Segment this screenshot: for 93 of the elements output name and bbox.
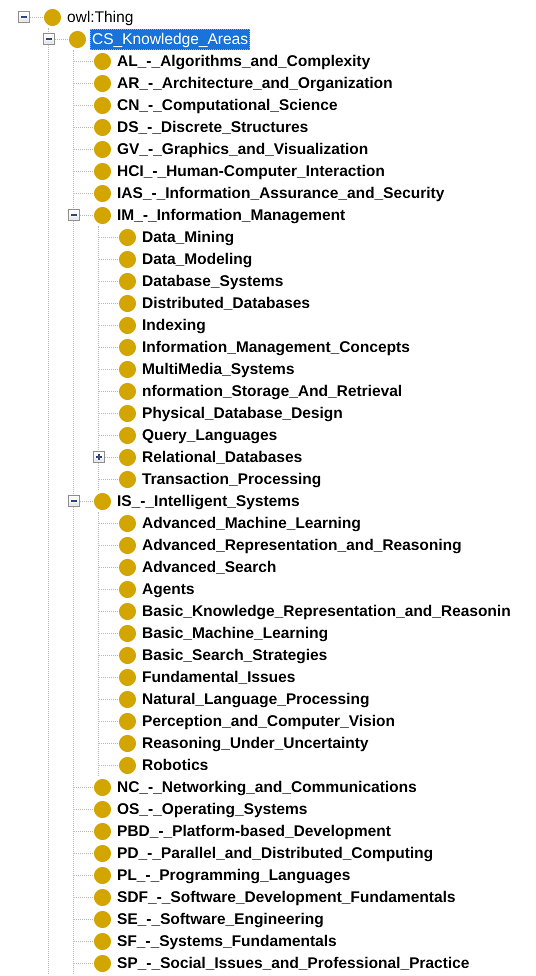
class-icon [119, 514, 136, 532]
tree-item[interactable]: SP_-_Social_Issues_and_Professional_Practice [115, 952, 472, 974]
class-icon [119, 272, 136, 290]
class-icon [94, 118, 111, 136]
class-icon [119, 624, 136, 642]
tree-item[interactable]: owl:Thing [65, 6, 136, 28]
tree-item[interactable]: Natural_Language_Processing [140, 688, 372, 710]
class-icon [119, 382, 136, 400]
tree-item[interactable]: IAS_-_Information_Assurance_and_Security [115, 182, 446, 204]
tree-item[interactable]: Robotics [140, 754, 210, 776]
class-icon [119, 734, 136, 752]
tree-item[interactable]: Data_Modeling [140, 248, 254, 270]
tree-item[interactable]: IM_-_Information_Management [115, 204, 348, 226]
class-icon [94, 140, 111, 158]
tree-item[interactable]: Advanced_Search [140, 556, 278, 578]
expand-icon[interactable] [93, 451, 105, 463]
tree-item[interactable]: Agents [140, 578, 197, 600]
tree-item[interactable]: AL_-_Algorithms_and_Complexity [115, 50, 372, 72]
class-icon [94, 866, 111, 884]
class-icon [119, 646, 136, 664]
class-icon [94, 888, 111, 906]
tree-item[interactable]: PBD_-_Platform-based_Development [115, 820, 393, 842]
class-icon [119, 756, 136, 774]
class-icon [69, 30, 86, 48]
tree-item[interactable]: nformation_Storage_And_Retrieval [140, 380, 404, 402]
collapse-icon[interactable] [68, 495, 80, 507]
class-icon [119, 316, 136, 334]
tree-item[interactable]: CN_-_Computational_Science [115, 94, 340, 116]
class-icon [119, 580, 136, 598]
tree-item[interactable]: AR_-_Architecture_and_Organization [115, 72, 395, 94]
tree-item[interactable]: NC_-_Networking_and_Communications [115, 776, 419, 798]
tree-item[interactable]: Query_Languages [140, 424, 280, 446]
class-icon [94, 52, 111, 70]
tree-item[interactable]: Reasoning_Under_Uncertainty [140, 732, 371, 754]
class-icon [119, 228, 136, 246]
tree-item[interactable]: Perception_and_Computer_Vision [140, 710, 397, 732]
collapse-icon[interactable] [68, 209, 80, 221]
class-icon [94, 910, 111, 928]
class-icon [119, 360, 136, 378]
tree-item[interactable]: CS_Knowledge_Areas [90, 28, 250, 50]
class-icon [94, 96, 111, 114]
class-icon [94, 800, 111, 818]
tree-item[interactable]: Basic_Machine_Learning [140, 622, 330, 644]
class-icon [119, 536, 136, 554]
tree-item[interactable]: Indexing [140, 314, 208, 336]
tree-item[interactable]: IS_-_Intelligent_Systems [115, 490, 302, 512]
class-icon [94, 932, 111, 950]
class-icon [119, 250, 136, 268]
class-icon [119, 294, 136, 312]
collapse-icon[interactable] [18, 11, 30, 23]
tree-item[interactable]: GV_-_Graphics_and_Visualization [115, 138, 370, 160]
class-icon [119, 558, 136, 576]
tree-item[interactable]: HCI_-_Human-Computer_Interaction [115, 160, 387, 182]
tree-item[interactable]: Transaction_Processing [140, 468, 324, 490]
tree-item[interactable]: Basic_Knowledge_Representation_and_Reasonin [140, 600, 513, 622]
tree-item[interactable]: SDF_-_Software_Development_Fundamentals [115, 886, 458, 908]
tree-item[interactable]: OS_-_Operating_Systems [115, 798, 310, 820]
class-icon [119, 470, 136, 488]
tree-item[interactable]: Advanced_Machine_Learning [140, 512, 363, 534]
tree-item[interactable]: Distributed_Databases [140, 292, 312, 314]
class-icon [94, 778, 111, 796]
tree-item[interactable]: Relational_Databases [140, 446, 304, 468]
tree-item[interactable]: Database_Systems [140, 270, 286, 292]
class-icon [119, 712, 136, 730]
tree-item[interactable]: PD_-_Parallel_and_Distributed_Computing [115, 842, 436, 864]
class-icon [119, 448, 136, 466]
tree-item[interactable]: DS_-_Discrete_Structures [115, 116, 310, 138]
tree-item[interactable]: Physical_Database_Design [140, 402, 345, 424]
class-icon [44, 8, 61, 26]
class-icon [94, 492, 111, 510]
tree-item[interactable]: Data_Mining [140, 226, 236, 248]
tree-item[interactable]: SE_-_Software_Engineering [115, 908, 326, 930]
class-icon [94, 844, 111, 862]
tree-item[interactable]: PL_-_Programming_Languages [115, 864, 352, 886]
tree-item[interactable]: Advanced_Representation_and_Reasoning [140, 534, 464, 556]
class-icon [119, 426, 136, 444]
class-icon [119, 690, 136, 708]
class-icon [94, 822, 111, 840]
tree-item[interactable]: Fundamental_Issues [140, 666, 298, 688]
tree-item[interactable]: Basic_Search_Strategies [140, 644, 330, 666]
class-icon [119, 602, 136, 620]
tree-item[interactable]: Information_Management_Concepts [140, 336, 412, 358]
tree-item[interactable]: MultiMedia_Systems [140, 358, 296, 380]
class-icon [94, 954, 111, 972]
class-icon [94, 74, 111, 92]
class-icon [119, 404, 136, 422]
tree-item[interactable]: SF_-_Systems_Fundamentals [115, 930, 339, 952]
class-icon [94, 162, 111, 180]
class-icon [94, 184, 111, 202]
class-icon [119, 668, 136, 686]
collapse-icon[interactable] [43, 33, 55, 45]
class-icon [94, 206, 111, 224]
class-icon [119, 338, 136, 356]
